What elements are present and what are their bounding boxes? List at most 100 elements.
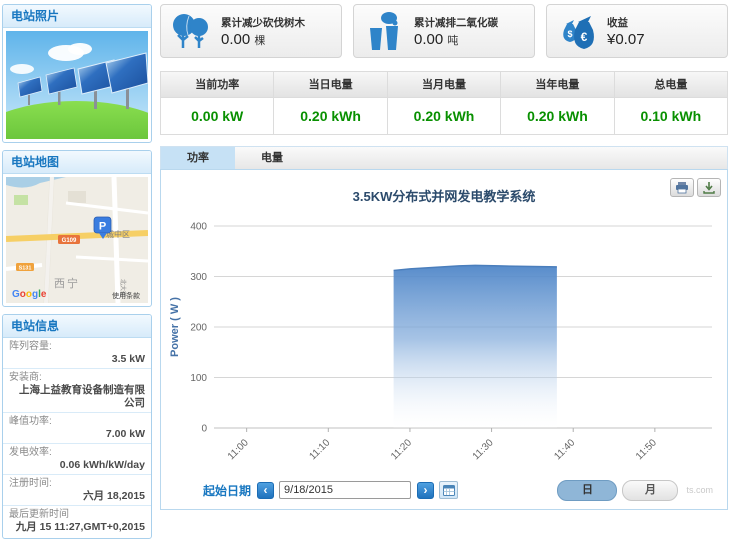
svg-text:0: 0 (201, 424, 207, 435)
info-field-value: 六月 18,2015 (9, 490, 145, 503)
info-field-registered: 注册时间: 六月 18,2015 (3, 475, 151, 506)
info-panel-title: 电站信息 (3, 315, 151, 338)
start-date-label: 起始日期 (203, 482, 251, 499)
terms-link[interactable]: 使用条款 (112, 291, 140, 300)
stat-value: 0.10 kWh (615, 98, 727, 134)
chevron-right-icon: › (424, 483, 428, 497)
stat-yearly-energy: 当年电量 0.20 kWh (500, 72, 613, 134)
download-icon (703, 182, 715, 194)
map-label-city: 西宁 (54, 276, 80, 290)
prev-date-button[interactable]: ‹ (257, 482, 274, 499)
stat-label: 当日电量 (274, 72, 386, 98)
power-series-area (394, 265, 557, 428)
info-field-label: 最后更新时间 (9, 509, 145, 521)
info-field-efficiency: 发电效率: 0.06 kWh/kW/day (3, 444, 151, 475)
svg-text:11:40: 11:40 (552, 437, 577, 462)
trees-icon (169, 10, 215, 52)
chevron-left-icon: ‹ (264, 483, 268, 497)
svg-text:11:50: 11:50 (634, 437, 659, 462)
svg-text:100: 100 (190, 373, 207, 384)
tab-power[interactable]: 功率 (161, 147, 235, 169)
chart-tabs: 功率 电量 (160, 146, 728, 169)
date-input[interactable] (279, 481, 411, 499)
photo-panel: 电站照片 (2, 4, 152, 143)
info-field-value: 九月 15 11:27,GMT+0,2015 (9, 521, 145, 534)
svg-text:11:10: 11:10 (307, 437, 332, 462)
info-field-label: 阵列容量: (9, 341, 145, 353)
stat-monthly-energy: 当月电量 0.20 kWh (387, 72, 500, 134)
svg-text:€: € (581, 30, 588, 44)
info-field-label: 峰值功率: (9, 416, 145, 428)
main-content: 累计减少砍伐树木 0.00 棵 累计减排二氧化碳 0.00 吨 (160, 4, 728, 510)
card-co2-reduced: 累计减排二氧化碳 0.00 吨 (353, 4, 535, 58)
cooling-towers-icon (362, 10, 408, 52)
card-label: 累计减排二氧化碳 (414, 15, 498, 30)
stat-daily-energy: 当日电量 0.20 kWh (273, 72, 386, 134)
svg-text:$: $ (567, 29, 572, 39)
svg-text:200: 200 (190, 323, 207, 334)
card-label: 累计减少砍伐树木 (221, 15, 305, 30)
info-field-array-capacity: 阵列容量: 3.5 kW (3, 338, 151, 369)
stat-value: 0.20 kWh (501, 98, 613, 134)
next-date-button[interactable]: › (417, 482, 434, 499)
printer-icon (675, 182, 689, 194)
stat-label: 当前功率 (161, 72, 273, 98)
svg-text:P: P (99, 221, 106, 233)
station-photo (6, 31, 148, 139)
info-field-value: 0.06 kWh/kW/day (9, 459, 145, 472)
svg-text:11:20: 11:20 (389, 437, 414, 462)
left-sidebar: 电站照片 (2, 4, 152, 546)
month-view-button[interactable]: 月 (622, 480, 678, 501)
info-field-last-update: 最后更新时间 九月 15 11:27,GMT+0,2015 (3, 506, 151, 536)
map-panel-title: 电站地图 (3, 151, 151, 174)
map-panel: 电站地图 G109 S131 城中区 西宁 北大街 (2, 150, 152, 307)
summary-cards: 累计减少砍伐树木 0.00 棵 累计减排二氧化碳 0.00 吨 (160, 4, 728, 58)
card-label: 收益 (607, 15, 645, 30)
chart-controls: 起始日期 ‹ › 日 (161, 478, 727, 502)
calendar-button[interactable] (439, 481, 458, 499)
print-button[interactable] (670, 178, 694, 197)
power-area-chart: 0 100 200 300 400 11:00 11:10 11:20 11:30 11:40 1… (164, 212, 724, 468)
card-trees-saved: 累计减少砍伐树木 0.00 棵 (160, 4, 342, 58)
info-field-value: 上海上益教育设备制造有限公司 (9, 384, 145, 410)
info-field-peak-power: 峰值功率: 7.00 kW (3, 413, 151, 444)
calendar-icon (443, 484, 455, 496)
stat-value: 0.20 kWh (274, 98, 386, 134)
card-value: 0.00 (221, 31, 250, 48)
svg-text:400: 400 (190, 222, 207, 233)
tab-energy[interactable]: 电量 (235, 147, 309, 169)
money-bags-icon: $ € (555, 10, 601, 52)
card-value: 0.00 (414, 31, 443, 48)
svg-text:300: 300 (190, 272, 207, 283)
stat-current-power: 当前功率 0.00 kW (161, 72, 273, 134)
chart-title: 3.5KW分布式并网发电教学系统 (161, 186, 727, 205)
svg-text:11:00: 11:00 (226, 437, 251, 462)
google-logo: Google (12, 289, 47, 300)
stats-strip: 当前功率 0.00 kW 当日电量 0.20 kWh 当月电量 0.20 kWh… (160, 71, 728, 135)
stat-value: 0.00 kW (161, 98, 273, 134)
info-field-label: 注册时间: (9, 478, 145, 490)
svg-text:11:30: 11:30 (471, 437, 496, 462)
card-unit: 棵 (254, 35, 265, 47)
info-field-installer: 安装商: 上海上益教育设备制造有限公司 (3, 369, 151, 413)
stat-label: 总电量 (615, 72, 727, 98)
road-badge-s131: S131 (19, 266, 32, 272)
info-panel: 电站信息 阵列容量: 3.5 kW 安装商: 上海上益教育设备制造有限公司 峰值… (2, 314, 152, 539)
day-view-button[interactable]: 日 (557, 480, 617, 501)
info-field-label: 发电效率: (9, 447, 145, 459)
card-unit: 吨 (447, 35, 458, 47)
export-button[interactable] (697, 178, 721, 197)
info-field-value: 3.5 kW (9, 353, 145, 366)
photo-panel-title: 电站照片 (3, 5, 151, 28)
stat-total-energy: 总电量 0.10 kWh (614, 72, 727, 134)
stat-label: 当年电量 (501, 72, 613, 98)
watermark: ts.com (686, 485, 713, 495)
map-canvas[interactable]: G109 S131 城中区 西宁 北大街 P Google 使用条款 (6, 177, 148, 303)
chart-area: 3.5KW分布式并网发电教学系统 (160, 169, 728, 510)
road-badge-g109: G109 (62, 238, 77, 244)
card-revenue: $ € 收益 ¥0.07 (546, 4, 728, 58)
info-field-value: 7.00 kW (9, 428, 145, 441)
info-field-label: 安装商: (9, 372, 145, 384)
card-value: ¥0.07 (607, 31, 645, 48)
chart-panel: 功率 电量 3.5KW分布式并网发电教学系统 (160, 146, 728, 510)
